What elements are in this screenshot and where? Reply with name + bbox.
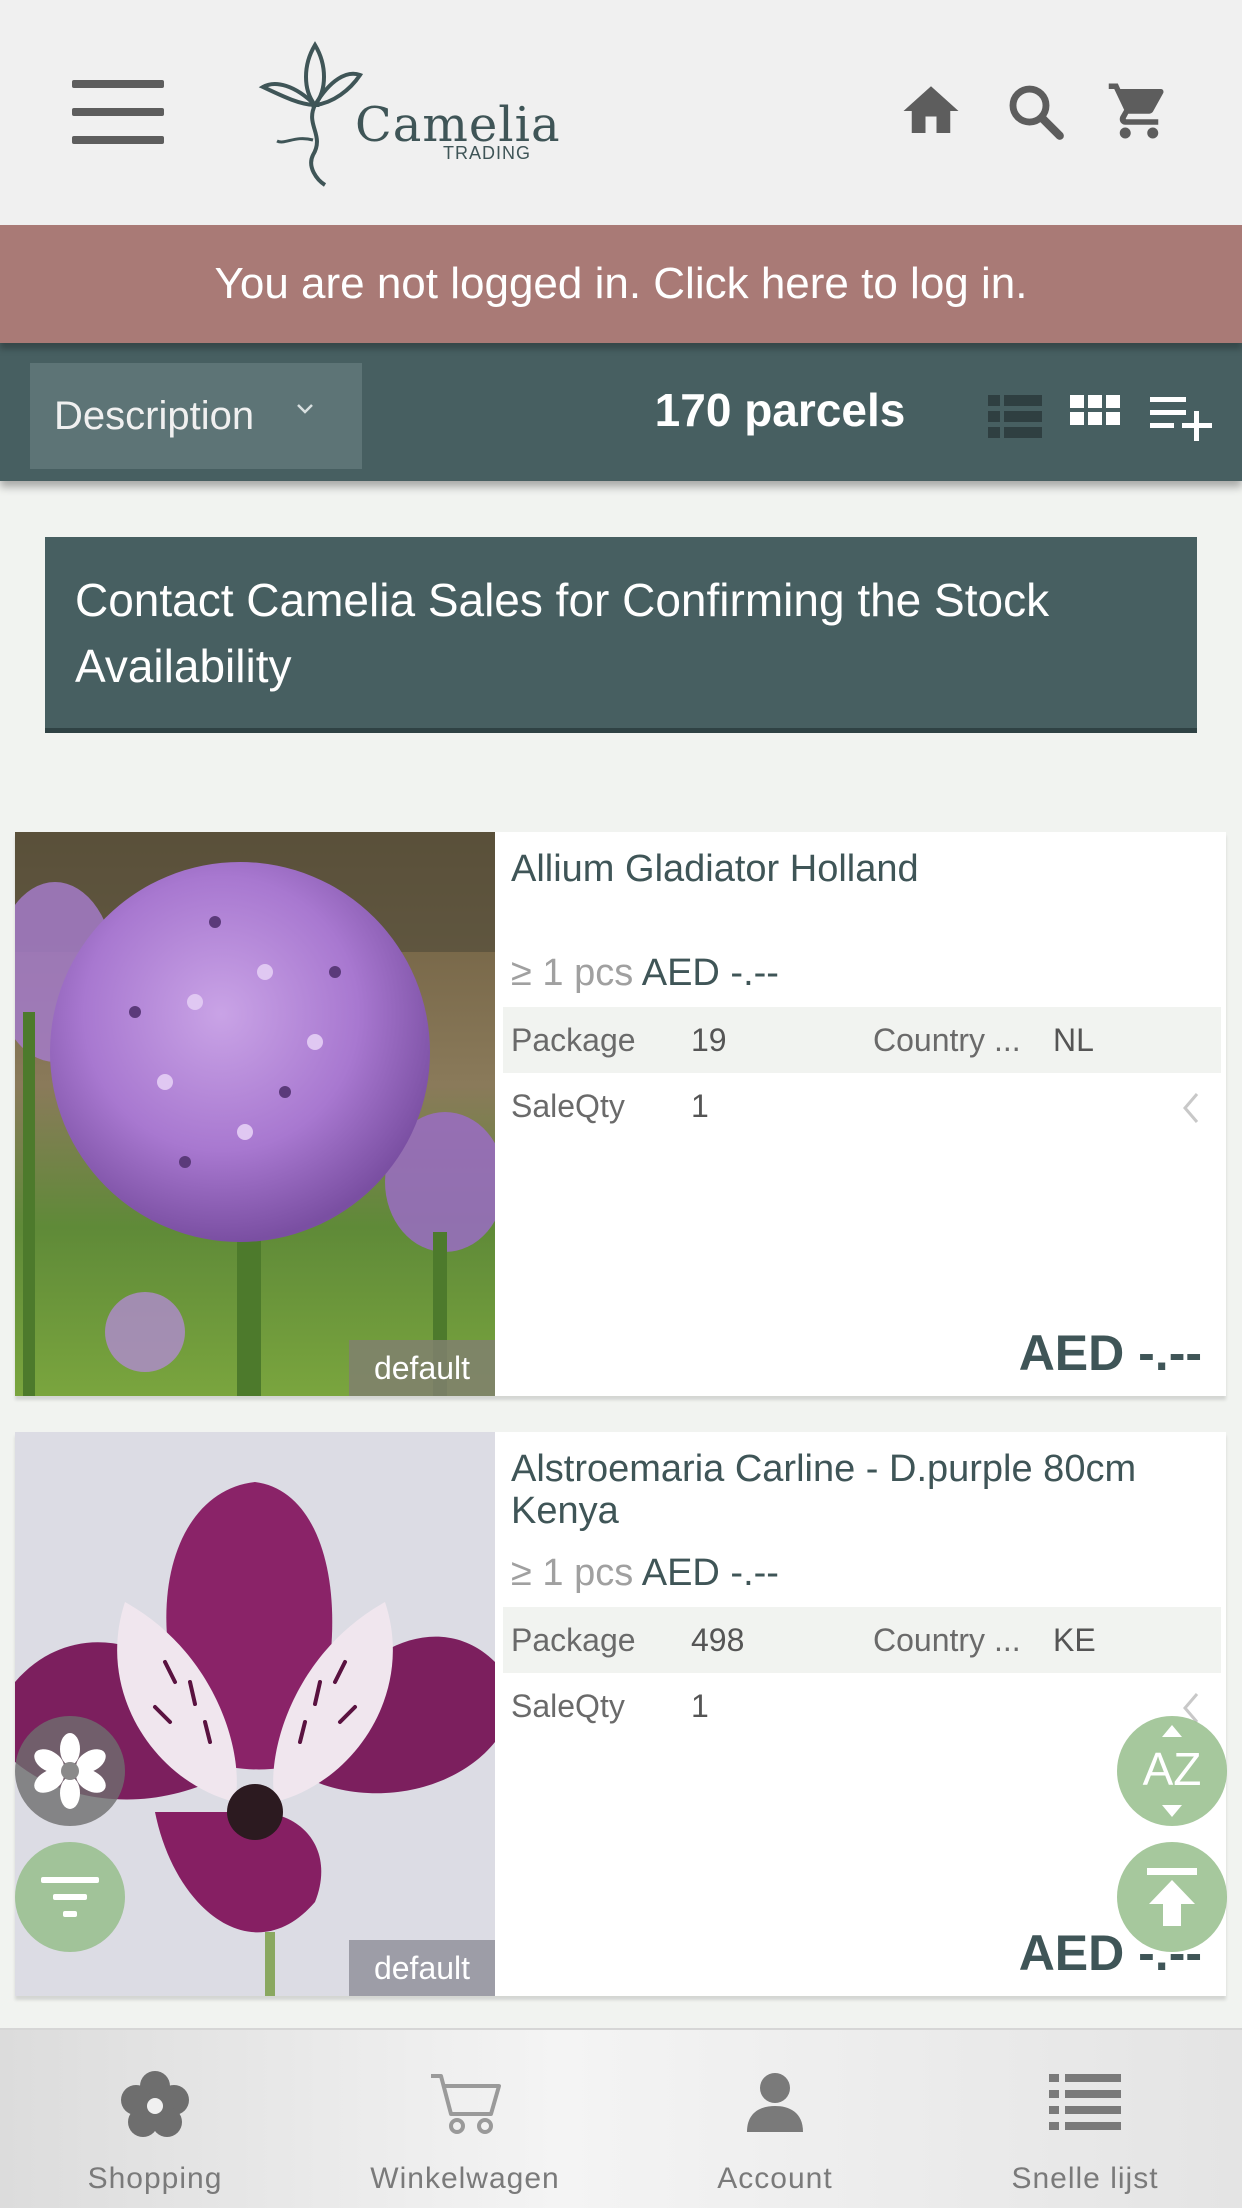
nav-item-snelle-lijst[interactable]: Snelle lijst xyxy=(930,2030,1240,2208)
image-tag: default xyxy=(349,1340,495,1396)
app-header: Camelia TRADING xyxy=(0,0,1242,225)
product-card[interactable]: default Allium Gladiator Holland ≥ 1 pcs… xyxy=(15,832,1226,1396)
camelia-logo[interactable]: Camelia TRADING xyxy=(255,35,560,195)
scroll-to-top-button[interactable] xyxy=(1117,1842,1227,1952)
country-value: KE xyxy=(1053,1621,1096,1658)
product-price: AED -.-- xyxy=(1018,1325,1202,1381)
arrow-up-icon xyxy=(1147,1868,1197,1926)
login-banner[interactable]: You are not logged in. Click here to log… xyxy=(0,225,1242,343)
logo-subtext: TRADING xyxy=(443,143,531,163)
package-label: Package xyxy=(511,1021,636,1058)
unit-price-line: ≥ 1 pcs AED -.-- xyxy=(511,952,779,995)
country-label: Country ... xyxy=(873,1021,1021,1058)
attr-row-saleqty: SaleQty 1 xyxy=(503,1673,1221,1739)
sort-az-button[interactable]: AZ xyxy=(1117,1716,1227,1826)
filter-button[interactable] xyxy=(15,1842,125,1952)
product-title[interactable]: Allium Gladiator Holland xyxy=(511,848,1211,890)
cart-icon[interactable] xyxy=(1106,78,1172,144)
saleqty-value: 1 xyxy=(691,1087,709,1124)
sort-select[interactable]: Description xyxy=(30,363,362,469)
flower-icon xyxy=(34,1733,106,1809)
saleqty-value: 1 xyxy=(691,1687,709,1724)
cart-icon xyxy=(431,2074,501,2134)
sort-az-icon: AZ xyxy=(1143,1725,1202,1817)
saleqty-label: SaleQty xyxy=(511,1687,625,1724)
country-label: Country ... xyxy=(873,1621,1021,1658)
nav-item-shopping[interactable]: Shopping xyxy=(0,2030,310,2208)
login-banner-text: You are not logged in. Click here to log… xyxy=(214,259,1028,308)
sort-select-value: Description xyxy=(54,393,255,438)
nav-label: Snelle lijst xyxy=(1011,2162,1159,2195)
parcel-count: 170 parcels xyxy=(654,384,906,436)
nav-label: Account xyxy=(717,2162,833,2195)
package-value: 498 xyxy=(691,1621,745,1658)
product-image-allium[interactable]: default xyxy=(15,832,495,1396)
attr-row-package: Package 498 Country ... KE xyxy=(503,1607,1221,1673)
product-title[interactable]: Alstroemaria Carline - D.purple 80cm Ken… xyxy=(511,1448,1211,1532)
nav-label: Winkelwagen xyxy=(370,2162,560,2195)
home-icon[interactable] xyxy=(898,78,964,144)
allium-flower-photo xyxy=(15,832,495,1396)
package-value: 19 xyxy=(691,1021,727,1058)
user-icon xyxy=(747,2073,803,2132)
filter-icon xyxy=(41,1877,99,1917)
unit-price: AED -.-- xyxy=(641,1552,779,1594)
bottom-navigation: Shopping Winkelwagen Account Snelle lijs… xyxy=(0,2028,1242,2208)
stock-notice: Contact Camelia Sales for Confirming the… xyxy=(45,537,1197,733)
nav-item-account[interactable]: Account xyxy=(620,2030,930,2208)
category-filter-button[interactable] xyxy=(15,1716,125,1826)
list-view-icon[interactable] xyxy=(988,395,1042,444)
flower-icon xyxy=(121,2071,189,2137)
unit-price: AED -.-- xyxy=(641,952,779,994)
grid-view-icon[interactable] xyxy=(1070,395,1120,444)
chevron-left-icon[interactable] xyxy=(1181,1091,1201,1125)
search-icon[interactable] xyxy=(1002,78,1068,144)
chevron-down-icon xyxy=(297,404,313,414)
product-card[interactable]: default Alstroemaria Carline - D.purple … xyxy=(15,1432,1226,1996)
saleqty-label: SaleQty xyxy=(511,1087,625,1124)
qty-prefix: ≥ 1 pcs xyxy=(511,952,634,994)
attr-row-saleqty: SaleQty 1 xyxy=(503,1073,1221,1139)
add-to-list-icon[interactable] xyxy=(1150,395,1212,448)
menu-icon[interactable] xyxy=(72,80,164,144)
image-tag: default xyxy=(349,1940,495,1996)
nav-item-winkelwagen[interactable]: Winkelwagen xyxy=(310,2030,620,2208)
sort-az-label: AZ xyxy=(1143,1743,1202,1795)
attr-row-package: Package 19 Country ... NL xyxy=(503,1007,1221,1073)
stock-notice-text: Contact Camelia Sales for Confirming the… xyxy=(75,574,1050,692)
nav-label: Shopping xyxy=(87,2162,223,2195)
package-label: Package xyxy=(511,1621,636,1658)
qty-prefix: ≥ 1 pcs xyxy=(511,1552,634,1594)
listing-toolbar: Description 170 parcels xyxy=(0,343,1242,481)
unit-price-line: ≥ 1 pcs AED -.-- xyxy=(511,1552,779,1595)
country-value: NL xyxy=(1053,1021,1094,1058)
list-icon xyxy=(1049,2074,1121,2130)
